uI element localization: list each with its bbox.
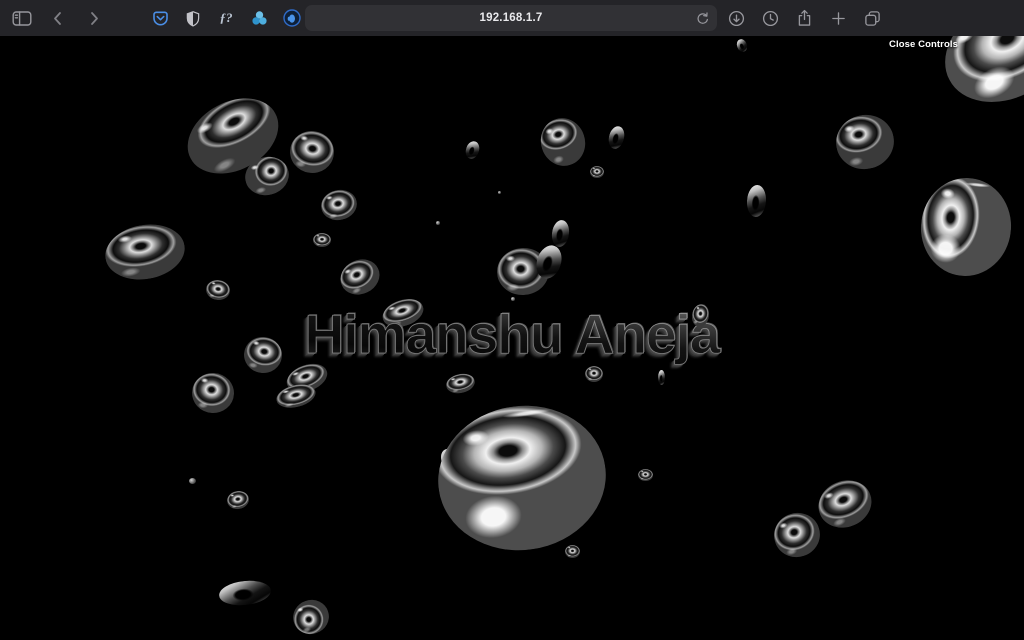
sidebar-icon [12,10,32,26]
share-icon [798,9,810,26]
chevron-left-icon [54,11,61,25]
clock-icon [762,10,778,26]
extension-hand-blocker-button[interactable] [280,6,304,30]
torus-field-front-layer [0,36,1024,640]
pocket-icon [152,11,168,25]
tab-overview-icon [864,10,880,26]
extension-shield-button[interactable] [181,6,205,30]
hand-icon [283,9,301,27]
plus-icon [831,11,845,25]
address-bar[interactable]: 192.168.1.7 [305,5,717,31]
history-button[interactable] [758,6,782,30]
webgl-canvas[interactable]: Himanshu Aneja Himanshu Aneja Close Cont… [0,36,1024,640]
pinwheel-icon [251,10,267,25]
download-icon [728,10,744,26]
chevron-right-icon [91,11,98,25]
reload-icon [696,11,708,24]
new-tab-button[interactable] [826,6,850,30]
tab-overview-button[interactable] [860,6,884,30]
gui-close-controls-button[interactable]: Close Controls [889,39,958,50]
extension-font-query-button[interactable]: ƒ? [214,6,238,30]
reload-button[interactable] [692,9,712,27]
share-button[interactable] [792,6,816,30]
extension-pinwheel-button[interactable] [247,6,271,30]
torus-ring [689,302,711,328]
downloads-button[interactable] [724,6,748,30]
font-query-icon: ƒ? [219,10,233,25]
url-text: 192.168.1.7 [479,12,543,24]
extension-pocket-button[interactable] [148,6,172,30]
shield-icon [186,10,200,27]
forward-button[interactable] [82,6,106,30]
browser-toolbar: ƒ? 192.168.1.7 [0,0,1024,36]
back-button[interactable] [46,6,70,30]
sidebar-toggle-button[interactable] [10,6,34,30]
